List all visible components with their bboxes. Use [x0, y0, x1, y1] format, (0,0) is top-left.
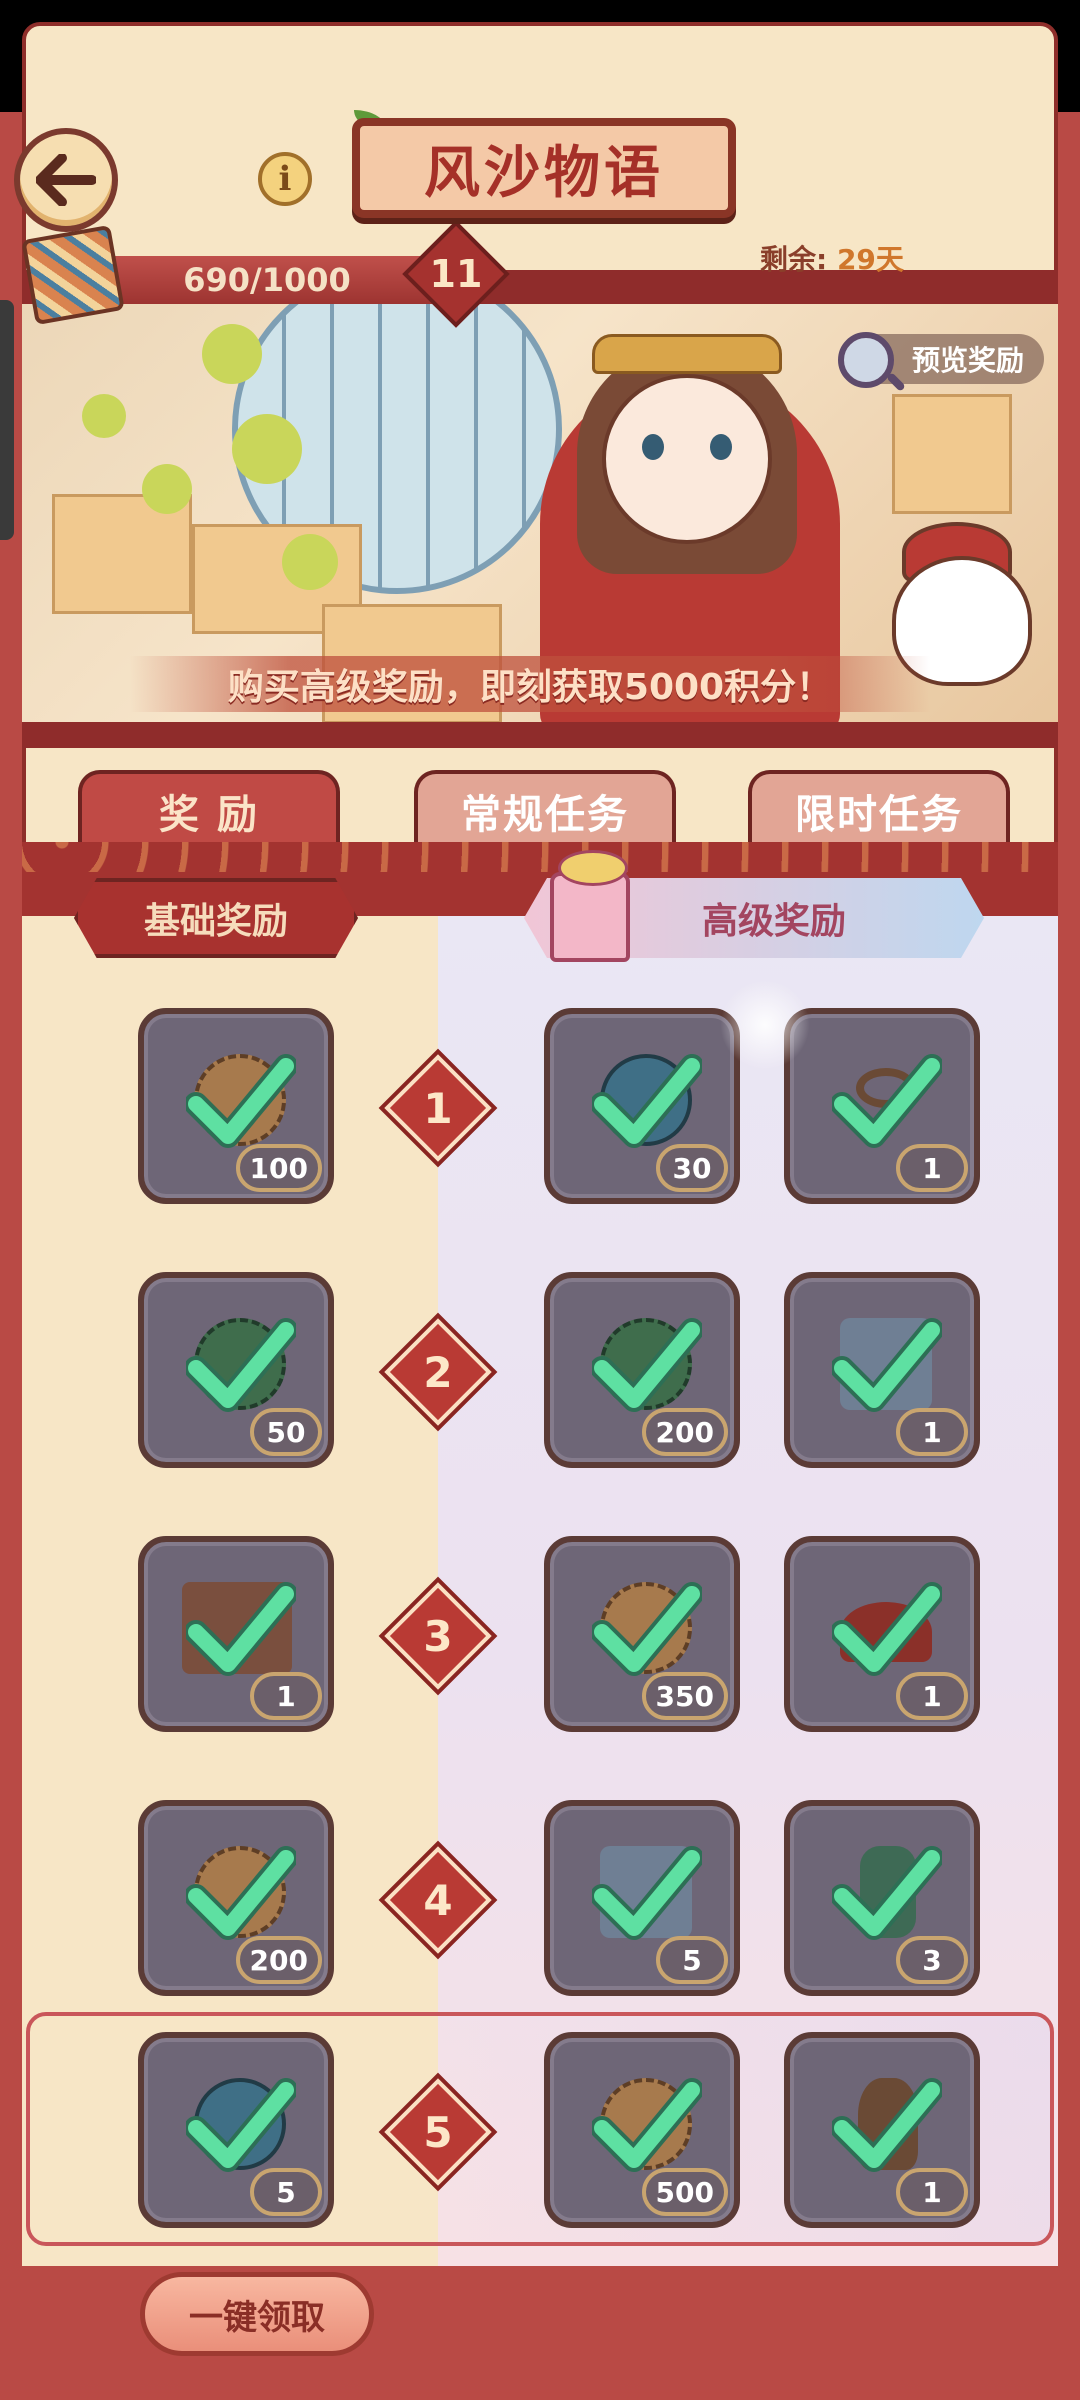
banner-divider	[22, 722, 1058, 748]
vine-leaves	[282, 534, 338, 590]
basic-rewards-header: 基础奖励	[74, 878, 358, 958]
back-arrow-icon	[36, 154, 96, 206]
sparkle-effect	[720, 980, 810, 1070]
claimed-check-icon	[830, 1052, 944, 1152]
claimed-check-icon	[830, 1580, 944, 1680]
level-number: 2	[423, 1347, 453, 1397]
pass-ticket-icon	[21, 224, 125, 326]
gift-box-icon	[550, 850, 630, 962]
remaining-value: 29天	[836, 243, 904, 276]
reward-cell[interactable]: 350	[544, 1536, 740, 1732]
reward-cell[interactable]: 30	[544, 1008, 740, 1204]
claim-all-button[interactable]: 一键领取	[140, 2272, 374, 2356]
claimed-check-icon	[830, 1316, 944, 1416]
back-button[interactable]	[14, 128, 118, 232]
reward-cell[interactable]: 1	[784, 1008, 980, 1204]
reward-quantity: 1	[896, 1672, 968, 1720]
time-remaining: 剩余: 29天	[760, 238, 904, 278]
progress-bar: 690/1000	[92, 256, 442, 304]
reward-quantity: 1	[896, 1408, 968, 1456]
claimed-check-icon	[590, 2076, 704, 2176]
reward-cell[interactable]: 200	[544, 1272, 740, 1468]
character-face	[602, 374, 772, 544]
claimed-check-icon	[590, 1580, 704, 1680]
reward-cell[interactable]: 1	[784, 1536, 980, 1732]
level-number: 1	[423, 1083, 453, 1133]
claimed-check-icon	[184, 1316, 298, 1416]
event-title: 风沙物语	[352, 118, 736, 218]
reward-quantity: 1	[250, 1672, 322, 1720]
reward-quantity: 200	[235, 1936, 322, 1984]
progress-text: 690/1000	[183, 261, 351, 299]
ornament-border	[22, 842, 1058, 872]
claimed-check-icon	[590, 1316, 704, 1416]
reward-cell[interactable]: 5	[138, 2032, 334, 2228]
claimed-check-icon	[184, 1052, 298, 1152]
preview-rewards-label: 预览奖励	[911, 344, 1024, 377]
reward-quantity: 30	[656, 1144, 728, 1192]
claimed-check-icon	[184, 1580, 298, 1680]
reward-quantity: 5	[250, 2168, 322, 2216]
reward-quantity: 1	[896, 1144, 968, 1192]
sandstone-block	[892, 394, 1012, 514]
tab-regular-tasks[interactable]: 常规任务	[414, 770, 676, 848]
level-number: 5	[423, 2107, 453, 2157]
reward-quantity: 100	[235, 1144, 322, 1192]
level-number: 4	[423, 1875, 453, 1925]
current-level-number: 11	[429, 252, 483, 296]
purchase-premium-prompt[interactable]: 购买高级奖励，即刻获取5000积分！	[130, 656, 930, 712]
reward-quantity: 50	[250, 1408, 322, 1456]
reward-cell[interactable]: 1	[784, 1272, 980, 1468]
reward-quantity: 350	[641, 1672, 728, 1720]
reward-cell[interactable]: 3	[784, 1800, 980, 1996]
vine-leaves	[202, 324, 262, 384]
reward-quantity: 200	[641, 1408, 728, 1456]
info-icon[interactable]: i	[258, 152, 312, 206]
claimed-check-icon	[184, 1844, 298, 1944]
remaining-label: 剩余:	[760, 243, 828, 276]
vine-leaves	[142, 464, 192, 514]
vine-leaves	[232, 414, 302, 484]
reward-cell[interactable]: 200	[138, 1800, 334, 1996]
claimed-check-icon	[184, 2076, 298, 2176]
character-eye	[642, 434, 664, 460]
level-number: 3	[423, 1611, 453, 1661]
claimed-check-icon	[830, 1844, 944, 1944]
tab-limited-tasks[interactable]: 限时任务	[748, 770, 1010, 848]
reward-quantity: 3	[896, 1936, 968, 1984]
tab-rewards[interactable]: 奖 励	[78, 770, 340, 848]
reward-cell[interactable]: 100	[138, 1008, 334, 1204]
reward-cell[interactable]: 5	[544, 1800, 740, 1996]
magnifier-icon[interactable]	[838, 332, 894, 388]
edge-handle	[0, 300, 14, 540]
reward-quantity: 500	[641, 2168, 728, 2216]
character-crown	[592, 334, 782, 374]
reward-cell[interactable]: 1	[784, 2032, 980, 2228]
claimed-check-icon	[590, 1052, 704, 1152]
reward-quantity: 1	[896, 2168, 968, 2216]
reward-cell[interactable]: 50	[138, 1272, 334, 1468]
reward-quantity: 5	[656, 1936, 728, 1984]
vine-leaves	[82, 394, 126, 438]
character-eye	[710, 434, 732, 460]
claimed-check-icon	[830, 2076, 944, 2176]
claimed-check-icon	[590, 1844, 704, 1944]
reward-cell[interactable]: 1	[138, 1536, 334, 1732]
reward-cell[interactable]: 500	[544, 2032, 740, 2228]
